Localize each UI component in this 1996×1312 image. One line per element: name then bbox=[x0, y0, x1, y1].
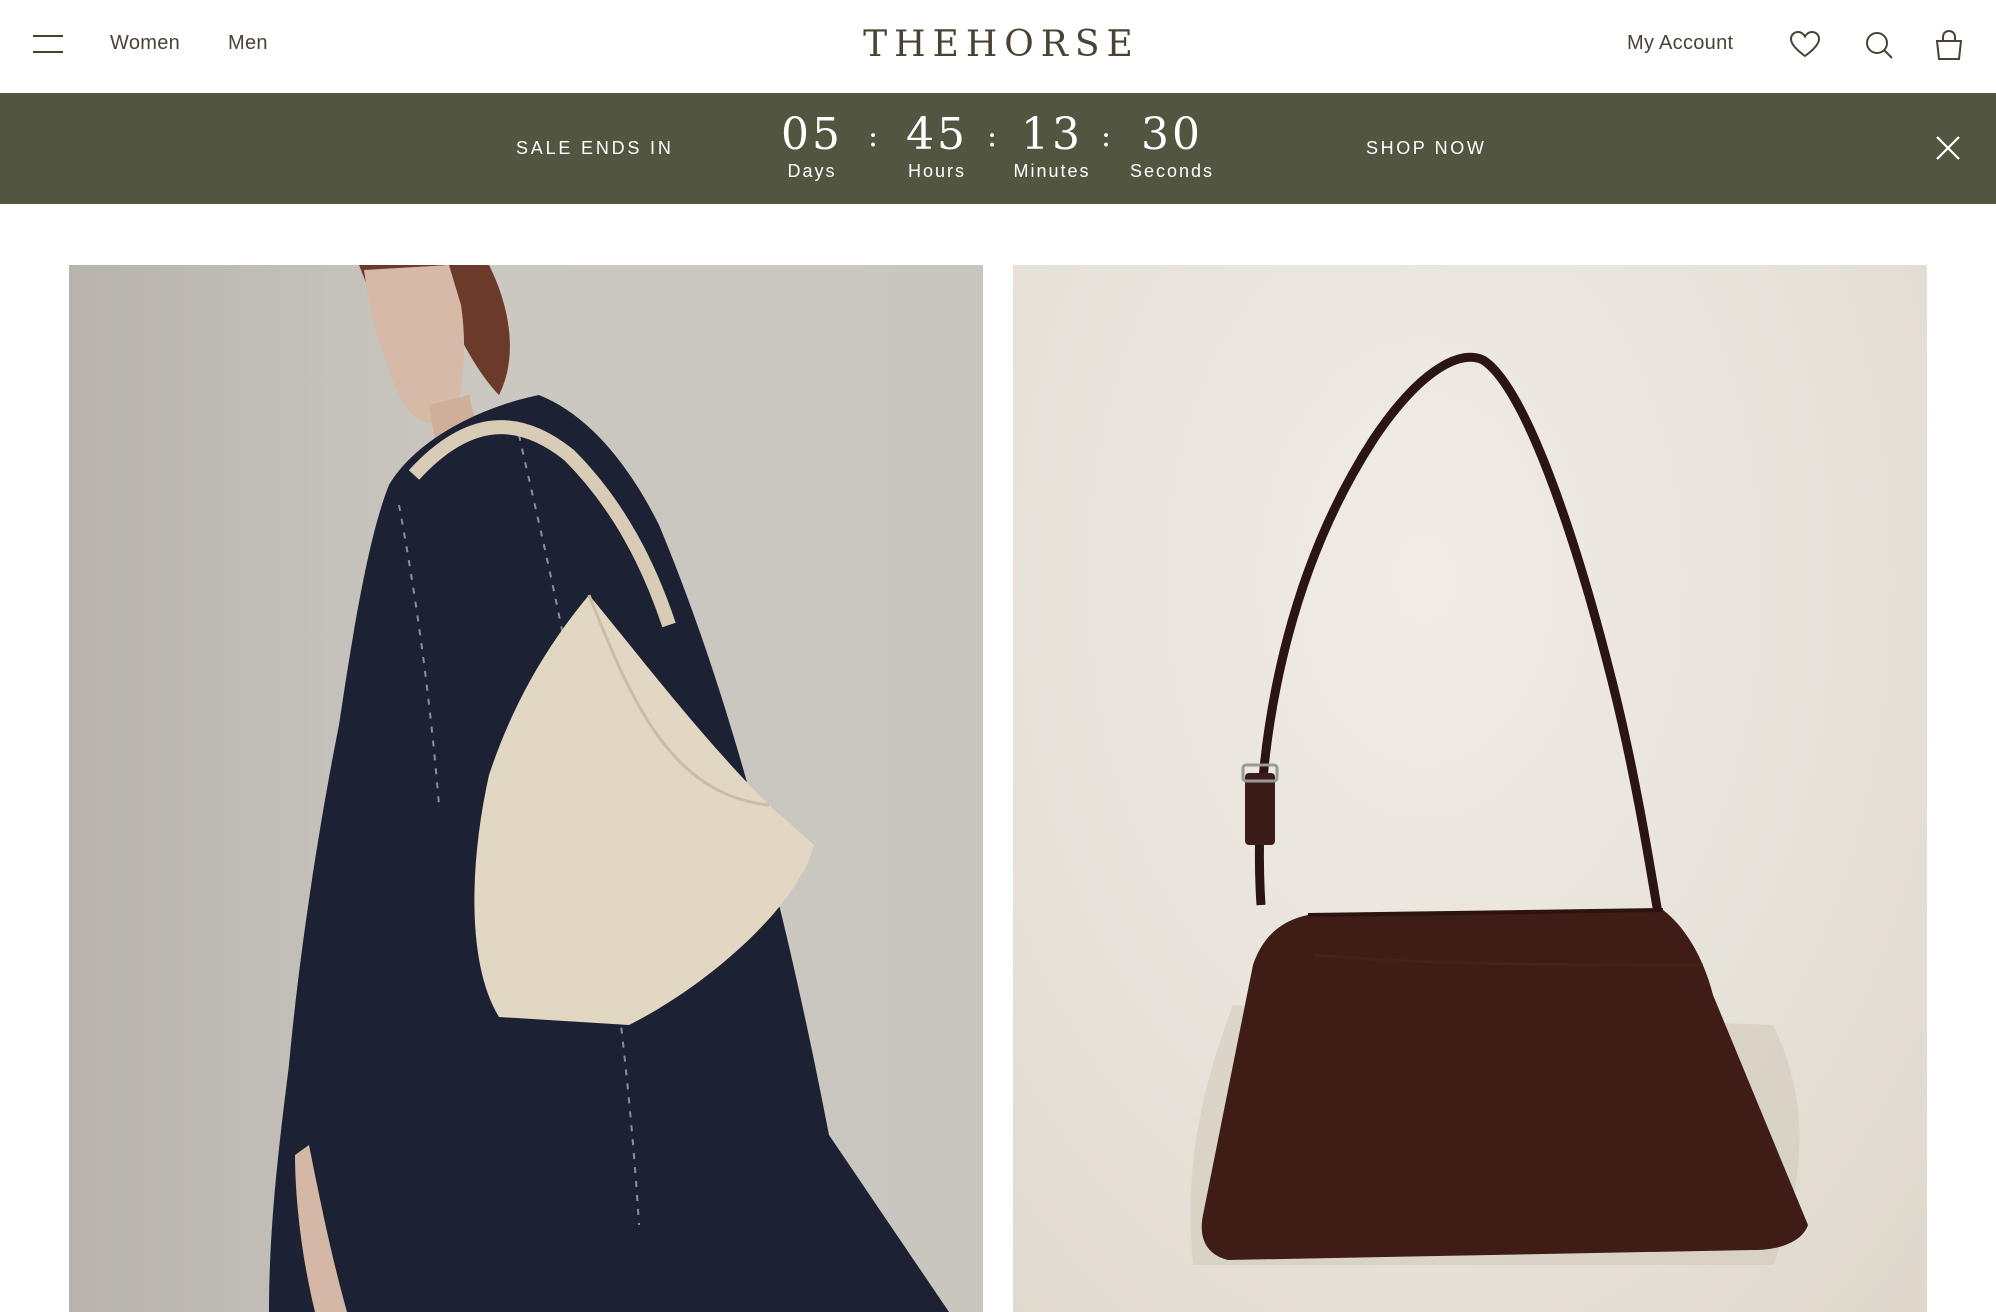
countdown-days-label: Days bbox=[787, 161, 837, 181]
heart-icon[interactable] bbox=[1788, 28, 1822, 62]
countdown-minutes-label: Minutes bbox=[1013, 161, 1091, 181]
product-image-bag[interactable] bbox=[1013, 265, 1927, 1312]
countdown-minutes: 13 Minutes bbox=[1006, 111, 1098, 182]
close-icon[interactable] bbox=[1935, 135, 1961, 161]
countdown-separator: : bbox=[1101, 119, 1112, 154]
search-icon[interactable] bbox=[1862, 28, 1896, 62]
site-header: Women Men THEHORSE My Account bbox=[0, 0, 1996, 93]
bag-icon[interactable] bbox=[1932, 28, 1966, 62]
countdown-separator: : bbox=[987, 119, 998, 154]
brown-bag-illustration bbox=[1190, 352, 1808, 1265]
shop-now-button[interactable]: SHOP NOW bbox=[1366, 138, 1486, 159]
countdown-seconds: 30 Seconds bbox=[1126, 111, 1218, 182]
countdown-seconds-label: Seconds bbox=[1129, 161, 1215, 181]
sale-banner: SALE ENDS IN 05 Days : 45 Hours : 13 Min… bbox=[0, 93, 1996, 204]
countdown-days-value: 05 bbox=[781, 109, 843, 160]
sale-ends-label: SALE ENDS IN bbox=[516, 138, 674, 158]
countdown-separator: : bbox=[868, 119, 879, 154]
my-account-link[interactable]: My Account bbox=[1627, 32, 1733, 55]
product-image-model[interactable] bbox=[69, 265, 983, 1312]
countdown-hours: 45 Hours bbox=[898, 111, 976, 182]
countdown-hours-label: Hours bbox=[907, 161, 966, 181]
model-with-cream-bag-illustration bbox=[269, 265, 949, 1312]
countdown-seconds-value: 30 bbox=[1141, 109, 1203, 160]
countdown-days: 05 Days bbox=[776, 111, 848, 182]
countdown-minutes-value: 13 bbox=[1021, 109, 1083, 160]
countdown-hours-value: 45 bbox=[906, 109, 968, 160]
brand-logo-text[interactable]: THEHORSE bbox=[856, 24, 1140, 65]
